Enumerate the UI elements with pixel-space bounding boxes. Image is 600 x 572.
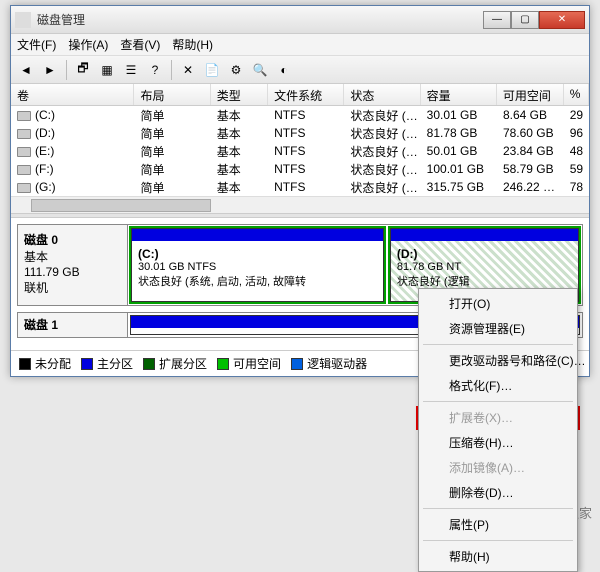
partition-c-status: 状态良好 (系统, 启动, 活动, 故障转: [138, 273, 377, 289]
legend-logical: 逻辑驱动器: [307, 355, 367, 372]
cm-delete[interactable]: 删除卷(D)…: [421, 480, 575, 505]
cm-change-letter[interactable]: 更改驱动器号和路径(C)…: [421, 348, 575, 373]
cm-help[interactable]: 帮助(H): [421, 544, 575, 569]
col-pct[interactable]: %: [564, 84, 589, 105]
col-layout[interactable]: 布局: [134, 84, 210, 105]
volume-row[interactable]: (D:)简单基本NTFS状态良好 (…81.78 GB78.60 GB96: [11, 124, 589, 142]
volume-list: 卷 布局 类型 文件系统 状态 容量 可用空间 % (C:)简单基本NTFS状态…: [11, 84, 589, 213]
menu-help[interactable]: 帮助(H): [172, 36, 213, 53]
list-icon[interactable]: ▦: [96, 59, 118, 81]
window-title: 磁盘管理: [37, 11, 483, 28]
toolbar: ◄ ► 🗗 ▦ ☰ ? ✕ 📄 ⚙ 🔍 ◐: [11, 56, 589, 84]
partition-d-status: 状态良好 (逻辑: [397, 273, 572, 289]
volume-row[interactable]: (G:)简单基本NTFS状态良好 (…315.75 GB246.22 …78: [11, 178, 589, 196]
help-icon[interactable]: ?: [144, 59, 166, 81]
cm-open[interactable]: 打开(O): [421, 291, 575, 316]
col-type[interactable]: 类型: [211, 84, 268, 105]
action-icon[interactable]: ◐: [273, 59, 295, 81]
disk-0-type: 基本: [24, 248, 121, 265]
col-volume[interactable]: 卷: [11, 84, 134, 105]
disk-1-label[interactable]: 磁盘 1: [18, 313, 128, 337]
col-fs[interactable]: 文件系统: [268, 84, 344, 105]
volume-rows: (C:)简单基本NTFS状态良好 (…30.01 GB8.64 GB29(D:)…: [11, 106, 589, 196]
maximize-button[interactable]: ▢: [511, 11, 539, 29]
volume-row[interactable]: (F:)简单基本NTFS状态良好 (…100.01 GB58.79 GB59: [11, 160, 589, 178]
col-capacity[interactable]: 容量: [421, 84, 497, 105]
column-headers[interactable]: 卷 布局 类型 文件系统 状态 容量 可用空间 %: [11, 84, 589, 106]
properties-icon[interactable]: 📄: [201, 59, 223, 81]
cm-explorer[interactable]: 资源管理器(E): [421, 316, 575, 341]
cm-shrink[interactable]: 压缩卷(H)…: [421, 430, 575, 455]
legend-unalloc-swatch: [19, 358, 31, 370]
back-button[interactable]: ◄: [15, 59, 37, 81]
partition-c[interactable]: (C:) 30.01 GB NTFS 状态良好 (系统, 启动, 活动, 故障转: [131, 228, 384, 302]
legend-free: 可用空间: [233, 355, 281, 372]
cm-mirror: 添加镜像(A)…: [421, 455, 575, 480]
legend-extended: 扩展分区: [159, 355, 207, 372]
col-free[interactable]: 可用空间: [497, 84, 564, 105]
volume-row[interactable]: (C:)简单基本NTFS状态良好 (…30.01 GB8.64 GB29: [11, 106, 589, 124]
legend-free-swatch: [217, 358, 229, 370]
menu-view[interactable]: 查看(V): [120, 36, 160, 53]
disk-0-state: 联机: [24, 279, 121, 296]
menu-file[interactable]: 文件(F): [17, 36, 56, 53]
legend-extended-swatch: [143, 358, 155, 370]
cm-extend: 扩展卷(X)…: [421, 405, 575, 430]
delete-icon[interactable]: ✕: [177, 59, 199, 81]
cm-properties[interactable]: 属性(P): [421, 512, 575, 537]
forward-button[interactable]: ►: [39, 59, 61, 81]
legend-logical-swatch: [291, 358, 303, 370]
cm-format[interactable]: 格式化(F)…: [421, 373, 575, 398]
legend-primary: 主分区: [97, 355, 133, 372]
minimize-button[interactable]: —: [483, 11, 511, 29]
disk-0-size: 111.79 GB: [24, 265, 121, 279]
details-icon[interactable]: ☰: [120, 59, 142, 81]
partition-c-name: (C:): [138, 247, 377, 261]
legend-primary-swatch: [81, 358, 93, 370]
disk-0-name: 磁盘 0: [24, 231, 121, 248]
menubar: 文件(F) 操作(A) 查看(V) 帮助(H): [11, 34, 589, 56]
menu-action[interactable]: 操作(A): [68, 36, 108, 53]
refresh-icon[interactable]: 🗗: [72, 59, 94, 81]
legend-unalloc: 未分配: [35, 355, 71, 372]
app-icon: [15, 12, 31, 28]
settings-icon[interactable]: ⚙: [225, 59, 247, 81]
close-button[interactable]: ✕: [539, 11, 585, 29]
col-status[interactable]: 状态: [344, 84, 420, 105]
scroll-thumb[interactable]: [31, 199, 211, 212]
partition-c-size: 30.01 GB NTFS: [138, 261, 377, 273]
partition-d-size: 81.78 GB NT: [397, 261, 572, 273]
horizontal-scrollbar[interactable]: [11, 196, 589, 213]
partition-d-name: (D:): [397, 247, 572, 261]
titlebar[interactable]: 磁盘管理 — ▢ ✕: [11, 6, 589, 34]
context-menu: 打开(O) 资源管理器(E) 更改驱动器号和路径(C)… 格式化(F)… 扩展卷…: [418, 288, 578, 572]
search-icon[interactable]: 🔍: [249, 59, 271, 81]
volume-row[interactable]: (E:)简单基本NTFS状态良好 (…50.01 GB23.84 GB48: [11, 142, 589, 160]
disk-1-name: 磁盘 1: [24, 318, 58, 332]
disk-0-label[interactable]: 磁盘 0 基本 111.79 GB 联机: [18, 225, 128, 305]
